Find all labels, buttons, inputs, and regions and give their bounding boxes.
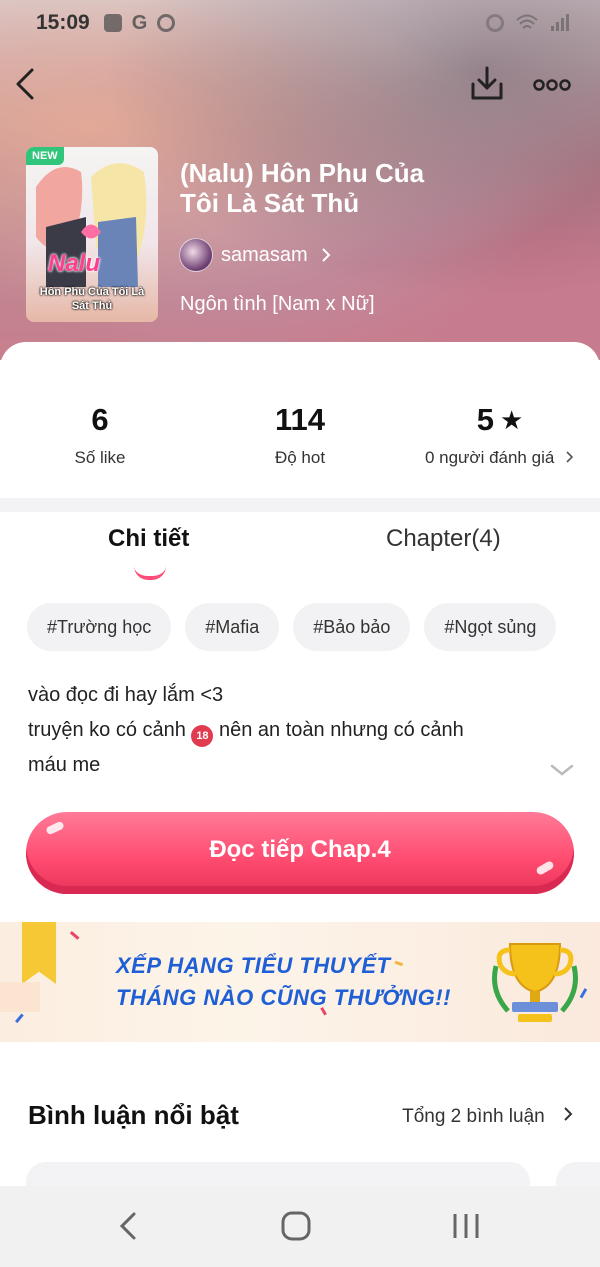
section-divider — [0, 498, 600, 512]
story-title: (Nalu) Hôn Phu Của Tôi Là Sát Thủ — [180, 158, 480, 218]
continue-reading-label: Đọc tiếp Chap.4 — [209, 836, 391, 863]
stats-row: 6 Số like 114 Độ hot 5 ★ 0 người đánh giá — [0, 398, 600, 478]
new-badge: NEW — [26, 147, 64, 165]
no-18-icon: 18 — [191, 725, 214, 747]
nav-back-button[interactable] — [106, 1206, 154, 1246]
top-navigation — [0, 60, 600, 110]
recents-icon — [453, 1214, 479, 1238]
chevron-right-icon — [564, 1107, 573, 1121]
messenger-icon — [157, 14, 176, 32]
description-line: vào đọc đi hay lắm <3 — [28, 684, 224, 706]
chevron-right-icon — [321, 248, 331, 262]
stat-hot: 114 Độ hot — [200, 398, 400, 468]
stat-label: Số like — [74, 448, 126, 467]
more-dots-icon — [533, 79, 571, 91]
book-cover[interactable]: NEW Nalu Hôn Phu Của Tôi Là Sát Thủ — [26, 147, 158, 322]
notification-icons: G — [103, 11, 176, 35]
button-shine — [535, 860, 555, 876]
nav-recents-button[interactable] — [442, 1206, 490, 1246]
google-icon: G — [131, 11, 148, 34]
tag-chip[interactable]: #Bảo bảo — [293, 603, 411, 651]
cover-logo: Nalu — [48, 250, 101, 277]
stat-label: Độ hot — [274, 448, 326, 467]
stat-value: 5 — [476, 402, 494, 437]
stat-value: 114 — [274, 402, 325, 437]
comments-count-label: Tổng 2 bình luận — [402, 1106, 545, 1127]
tag-chip[interactable]: #Trường học — [27, 603, 172, 651]
system-navigation-bar — [0, 1186, 600, 1267]
wifi-icon — [516, 14, 538, 29]
banner-line1: XẾP HẠNG TIỂU THUYẾT — [116, 953, 391, 978]
tab-detail[interactable]: Chi tiết — [108, 525, 189, 553]
stat-likes: 6 Số like — [0, 398, 200, 468]
status-time: 15:09 — [36, 11, 90, 34]
continue-reading-button[interactable]: Đọc tiếp Chap.4 — [26, 812, 574, 894]
tab-chapter[interactable]: Chapter(4) — [386, 525, 501, 553]
expand-description-button[interactable] — [548, 760, 576, 780]
stat-rating[interactable]: 5 ★ 0 người đánh giá — [400, 398, 600, 468]
cover-subtitle: Hôn Phu Của Tôi Là Sát Thủ — [39, 286, 145, 312]
nav-home-button[interactable] — [272, 1206, 320, 1246]
comments-header: Bình luận nổi bật Tổng 2 bình luận — [28, 1100, 574, 1140]
description-line: truyện ko có cảnh 18 nên an toàn nhưng c… — [28, 713, 548, 748]
description-text: truyện ko có cảnh — [28, 719, 192, 741]
tab-bar: Chi tiết Chapter(4) — [0, 525, 600, 585]
home-icon — [281, 1211, 311, 1241]
download-button[interactable] — [468, 64, 506, 104]
author-name: samasam — [221, 243, 308, 266]
stat-label: 0 người đánh giá — [424, 448, 555, 467]
gallery-icon — [103, 14, 122, 32]
genre-label: Ngôn tình [Nam x Nữ] — [180, 293, 375, 315]
banner-line2: THÁNG NÀO CŨNG THƯỞNG!! — [116, 985, 451, 1010]
tag-chip[interactable]: #Ngọt sủng — [424, 603, 557, 651]
description-text: nên an toàn nhưng có cảnh — [213, 719, 464, 741]
banner-headline: XẾP HẠNG TIỂU THUYẾT THÁNG NÀO CŨNG THƯỞ… — [116, 950, 451, 1014]
system-icons — [486, 14, 570, 32]
chevron-left-icon — [16, 68, 34, 100]
back-button[interactable] — [10, 64, 44, 104]
download-icon — [471, 66, 503, 100]
chevron-right-icon — [566, 451, 574, 463]
button-shine — [45, 820, 65, 836]
ranking-banner[interactable]: XẾP HẠNG TIỂU THUYẾT THÁNG NÀO CŨNG THƯỞ… — [0, 922, 600, 1042]
chevron-left-icon — [119, 1212, 136, 1240]
tag-list: #Trường học #Mafia #Bảo bảo #Ngọt sủng — [27, 603, 557, 651]
trophy-icon — [492, 943, 578, 1022]
status-bar: 15:09 G — [36, 8, 570, 38]
avatar — [179, 238, 213, 272]
rating-value-row: 5 ★ — [400, 398, 600, 442]
tag-chip[interactable]: #Mafia — [185, 603, 280, 651]
comments-title: Bình luận nổi bật — [28, 1100, 239, 1130]
stat-value: 6 — [91, 402, 109, 437]
author-link[interactable]: samasam — [179, 237, 332, 273]
story-description: vào đọc đi hay lắm <3 truyện ko có cảnh … — [28, 678, 548, 783]
star-icon: ★ — [499, 405, 524, 435]
story-title-line2: Tôi Là Sát Thủ — [180, 188, 360, 218]
alarm-icon — [486, 14, 504, 32]
signal-icon — [551, 14, 569, 31]
story-title-line1: (Nalu) Hôn Phu Của — [180, 158, 425, 188]
chevron-down-icon — [550, 764, 574, 776]
more-options-button[interactable] — [532, 70, 572, 100]
comments-count-link[interactable]: Tổng 2 bình luận — [402, 1106, 574, 1128]
description-line: máu me — [28, 754, 101, 776]
rating-count-label: 0 người đánh giá — [400, 448, 600, 468]
